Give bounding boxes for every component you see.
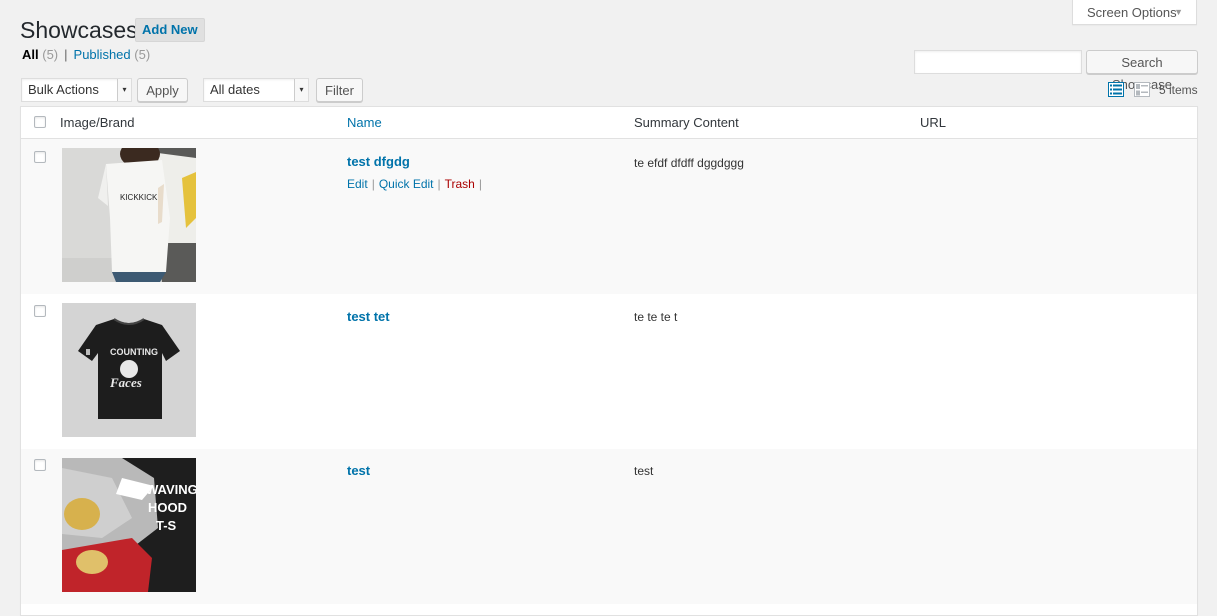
row-checkbox[interactable] xyxy=(34,459,46,471)
items-count: 5 items xyxy=(1159,83,1198,97)
action-separator: | xyxy=(478,177,482,191)
showcase-thumbnail[interactable]: KICKKICK xyxy=(62,148,196,282)
screen-options-label: Screen Options xyxy=(1087,5,1177,20)
filter-published-count: (5) xyxy=(134,47,151,62)
trash-link[interactable]: Trash xyxy=(445,177,475,191)
promo-text-line-3: T-S xyxy=(156,518,177,533)
quick-edit-link[interactable]: Quick Edit xyxy=(379,177,434,191)
shirt-print-text-top: COUNTING xyxy=(110,347,158,357)
edit-link[interactable]: Edit xyxy=(347,177,368,191)
column-summary-content: Summary Content xyxy=(634,115,739,130)
filter-published-link[interactable]: Published xyxy=(74,47,131,62)
filter-all-link[interactable]: All xyxy=(22,47,39,62)
showcase-thumbnail[interactable]: COUNTING Faces xyxy=(62,303,196,437)
row-title-link[interactable]: test xyxy=(347,463,370,478)
table-row: WAVING HOOD T-S test test xyxy=(21,449,1197,604)
promo-text-line-1: WAVING xyxy=(146,482,196,497)
excerpt-view-icon[interactable] xyxy=(1134,82,1150,97)
action-separator: | xyxy=(437,177,441,191)
bulk-actions-value: Bulk Actions xyxy=(28,82,99,97)
column-image-brand: Image/Brand xyxy=(60,115,135,130)
table-row: COUNTING Faces test tet te te te t xyxy=(21,294,1197,449)
column-name-sortable[interactable]: Name xyxy=(347,115,382,130)
filter-separator: | xyxy=(64,47,68,62)
row-checkbox[interactable] xyxy=(34,305,46,317)
row-checkbox[interactable] xyxy=(34,151,46,163)
row-summary: te te te t xyxy=(634,310,678,324)
row-title-link[interactable]: test dfgdg xyxy=(347,154,410,169)
bulk-actions-select[interactable]: Bulk Actions ▾ xyxy=(21,78,132,102)
select-arrow-icon: ▾ xyxy=(294,79,308,101)
caret-down-icon: ▼ xyxy=(1174,7,1183,17)
list-view-icon[interactable] xyxy=(1108,82,1124,97)
shirt-print-text: KICKKICK xyxy=(120,193,158,202)
status-filters: All (5) | Published (5) xyxy=(22,47,150,62)
screen-options-button[interactable]: Screen Options ▼ xyxy=(1072,0,1197,25)
search-showcase-button[interactable]: Search Showcase xyxy=(1086,50,1198,92)
filter-all-count: (5) xyxy=(42,47,59,62)
row-summary: test xyxy=(634,464,654,478)
table-row: KICKKICK test dfgdg Edit | Quick Edit | Tras… xyxy=(21,139,1197,294)
row-title-link[interactable]: test tet xyxy=(347,309,390,324)
search-input[interactable] xyxy=(914,50,1082,74)
promo-text-line-2: HOOD xyxy=(148,500,187,515)
select-all-checkbox[interactable] xyxy=(34,116,46,128)
row-actions: Edit | Quick Edit | Trash | xyxy=(347,177,486,191)
dates-value: All dates xyxy=(210,82,260,97)
dates-select[interactable]: All dates ▾ xyxy=(203,78,309,102)
showcase-thumbnail[interactable]: WAVING HOOD T-S xyxy=(62,458,196,592)
column-url: URL xyxy=(920,115,947,130)
table-header: Image/Brand Name Summary Content URL xyxy=(21,107,1197,139)
page-title: Showcases xyxy=(20,17,138,43)
showcases-table: Image/Brand Name Summary Content URL KIC… xyxy=(20,106,1198,616)
apply-button[interactable]: Apply xyxy=(137,78,188,102)
select-arrow-icon: ▾ xyxy=(117,79,131,101)
add-new-button[interactable]: Add New xyxy=(135,18,205,42)
action-separator: | xyxy=(371,177,375,191)
row-summary: te efdf dfdff dggdggg xyxy=(634,156,744,170)
shirt-print-text-bottom: Faces xyxy=(109,375,142,390)
filter-button[interactable]: Filter xyxy=(316,78,363,102)
